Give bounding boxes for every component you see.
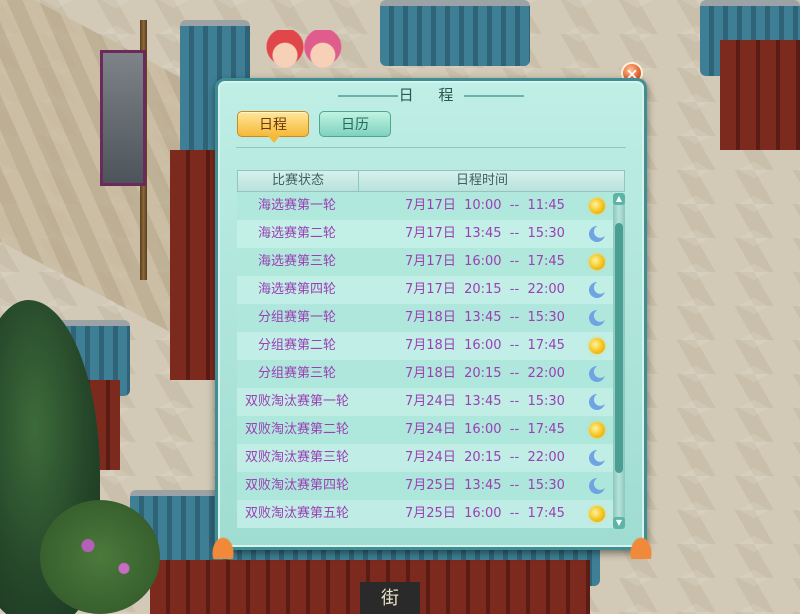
match-time: 7月25日 16:00 -- 17:45 xyxy=(405,506,565,521)
scroll-up-arrow-icon[interactable]: ▲ xyxy=(613,193,625,205)
hanging-banner xyxy=(100,50,146,186)
match-status: 海选赛第二轮 xyxy=(257,226,336,241)
table-row[interactable]: 分组赛第一轮 7月18日 13:45 -- 15:30 xyxy=(237,304,613,332)
tab-divider xyxy=(236,147,626,148)
match-status: 双败淘汰赛第三轮 xyxy=(244,450,349,465)
moon-icon xyxy=(589,282,605,298)
sun-icon xyxy=(589,254,605,270)
tab-calendar[interactable]: 日历 xyxy=(319,111,391,137)
match-status: 双败淘汰赛第一轮 xyxy=(244,394,349,409)
match-status: 分组赛第三轮 xyxy=(257,366,336,381)
table-row[interactable]: 双败淘汰赛第二轮 7月24日 16:00 -- 17:45 xyxy=(237,416,613,444)
sun-icon xyxy=(589,198,605,214)
moon-icon xyxy=(589,310,605,326)
scroll-thumb[interactable] xyxy=(615,223,623,473)
dialog-title: 日 程 xyxy=(398,86,464,104)
table-row[interactable]: 分组赛第三轮 7月18日 20:15 -- 22:00 xyxy=(237,360,613,388)
match-time: 7月25日 13:45 -- 15:30 xyxy=(405,478,565,493)
moon-icon xyxy=(589,450,605,466)
match-time: 7月17日 20:15 -- 22:00 xyxy=(405,282,565,297)
match-time: 7月24日 16:00 -- 17:45 xyxy=(405,422,565,437)
match-time: 7月18日 16:00 -- 17:45 xyxy=(405,338,565,353)
building-wall xyxy=(170,150,220,380)
street-sign: 街 xyxy=(360,582,420,614)
sun-icon xyxy=(589,422,605,438)
table-row[interactable]: 海选赛第四轮 7月17日 20:15 -- 22:00 xyxy=(237,276,613,304)
table-row[interactable]: 双败淘汰赛第三轮 7月24日 20:15 -- 22:00 xyxy=(237,444,613,472)
moon-icon xyxy=(589,226,605,242)
match-status: 海选赛第一轮 xyxy=(257,198,336,213)
header-match-status: 比赛状态 xyxy=(238,171,359,191)
moon-icon xyxy=(589,478,605,494)
scrollbar[interactable]: ▲ ▼ xyxy=(613,193,625,529)
match-time: 7月17日 16:00 -- 17:45 xyxy=(405,254,565,269)
match-status: 双败淘汰赛第五轮 xyxy=(244,506,349,521)
table-row[interactable]: 双败淘汰赛第四轮 7月25日 13:45 -- 15:30 xyxy=(237,472,613,500)
match-time: 7月18日 20:15 -- 22:00 xyxy=(405,366,565,381)
table-row[interactable]: 双败淘汰赛第五轮 7月25日 16:00 -- 17:45 xyxy=(237,500,613,528)
building-roof xyxy=(380,0,530,66)
table-row[interactable]: 海选赛第二轮 7月17日 13:45 -- 15:30 xyxy=(237,220,613,248)
match-status: 海选赛第四轮 xyxy=(257,282,336,297)
moon-icon xyxy=(589,394,605,410)
match-status: 分组赛第二轮 xyxy=(257,338,336,353)
schedule-dialog: 日 程 日程 日历 比赛状态 日程时间 海选赛第一轮 7月17日 10:00 -… xyxy=(208,78,656,559)
match-status: 双败淘汰赛第二轮 xyxy=(244,422,349,437)
table-row[interactable]: 海选赛第三轮 7月17日 16:00 -- 17:45 xyxy=(237,248,613,276)
match-time: 7月17日 10:00 -- 11:45 xyxy=(405,198,565,213)
corner-ornament-icon xyxy=(208,531,238,559)
header-schedule-time: 日程时间 xyxy=(455,173,508,188)
table-row[interactable]: 分组赛第二轮 7月18日 16:00 -- 17:45 xyxy=(237,332,613,360)
match-status: 海选赛第三轮 xyxy=(257,254,336,269)
flower-bush xyxy=(40,500,160,614)
match-time: 7月17日 13:45 -- 15:30 xyxy=(405,226,565,241)
corner-ornament-icon xyxy=(626,531,656,559)
match-status: 双败淘汰赛第四轮 xyxy=(244,478,349,493)
table-header: 比赛状态 日程时间 xyxy=(237,170,625,192)
match-time: 7月24日 20:15 -- 22:00 xyxy=(405,450,565,465)
match-time: 7月24日 13:45 -- 15:30 xyxy=(405,394,565,409)
sun-icon xyxy=(589,506,605,522)
schedule-table: 比赛状态 日程时间 海选赛第一轮 7月17日 10:00 -- 11:45 海选… xyxy=(237,170,625,528)
table-body: 海选赛第一轮 7月17日 10:00 -- 11:45 海选赛第二轮 7月17日… xyxy=(237,192,613,528)
scroll-down-arrow-icon[interactable]: ▼ xyxy=(613,517,625,529)
match-time: 7月18日 13:45 -- 15:30 xyxy=(405,310,565,325)
table-row[interactable]: 海选赛第一轮 7月17日 10:00 -- 11:45 xyxy=(237,192,613,220)
table-row[interactable]: 双败淘汰赛第一轮 7月24日 13:45 -- 15:30 xyxy=(237,388,613,416)
sun-icon xyxy=(589,338,605,354)
building-wall xyxy=(720,40,800,150)
moon-icon xyxy=(589,366,605,382)
match-status: 分组赛第一轮 xyxy=(257,310,336,325)
tab-schedule[interactable]: 日程 xyxy=(237,111,309,143)
